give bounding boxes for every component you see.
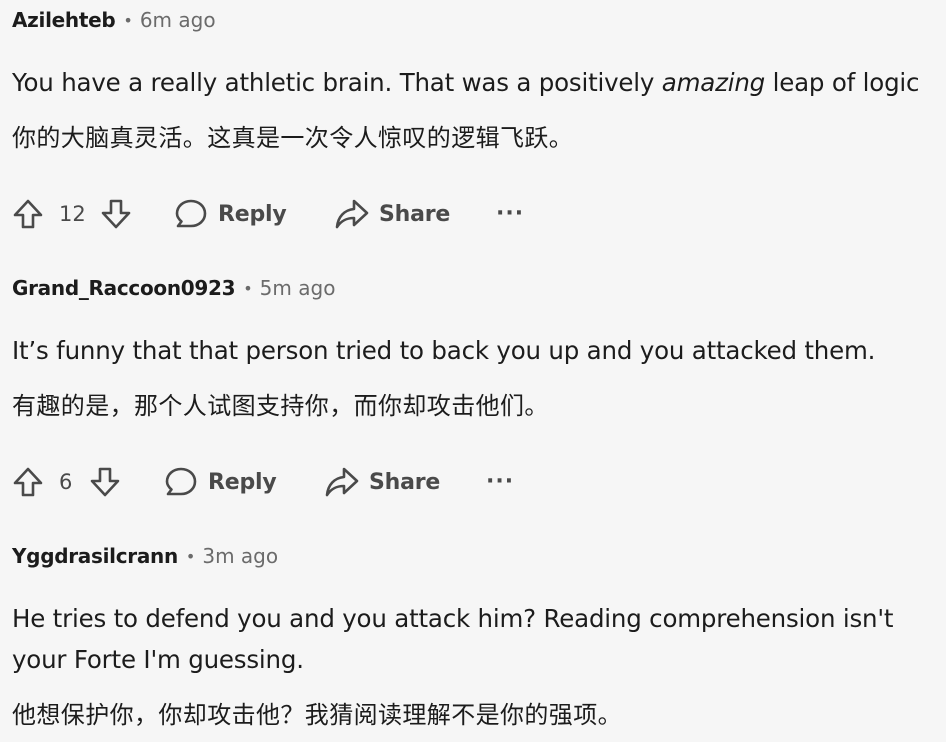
speech-bubble-icon — [165, 467, 197, 496]
comment-translation: 他想保护你，你却攻击他？我猜阅读理解不是你的强项。 — [12, 701, 622, 729]
more-dots-icon: ··· — [486, 469, 515, 494]
comment-meta: Azilehteb • 6m ago — [12, 6, 216, 34]
share-button[interactable]: Share — [325, 462, 440, 502]
upvote-button[interactable] — [12, 194, 44, 234]
share-button[interactable]: Share — [335, 194, 450, 234]
reply-button[interactable]: Reply — [164, 462, 277, 502]
comment-timestamp[interactable]: 6m ago — [140, 8, 216, 32]
downvote-arrow-icon — [101, 199, 131, 229]
meta-separator: • — [185, 546, 196, 566]
comment-body-text-end: leap of logic — [765, 68, 920, 97]
comment-body: It’s funny that that person tried to bac… — [12, 336, 876, 365]
reply-button[interactable]: Reply — [174, 194, 287, 234]
vote-count: 12 — [59, 202, 86, 226]
comment-yggdrasilcrann: Yggdrasilcrann • 3m ago He tries to defe… — [12, 536, 936, 742]
comment-meta: Yggdrasilcrann • 3m ago — [12, 542, 278, 570]
comment-author[interactable]: Azilehteb — [12, 8, 116, 32]
comment-translation: 你的大脑真灵活。这真是一次令人惊叹的逻辑飞跃。 — [12, 124, 574, 152]
comment-translation: 有趣的是，那个人试图支持你，而你却攻击他们。 — [12, 392, 549, 420]
share-label: Share — [379, 201, 451, 227]
comment-body: You have a really athletic brain. That w… — [12, 66, 919, 100]
upvote-arrow-icon — [13, 467, 43, 497]
more-dots-icon: ··· — [496, 201, 525, 226]
comment-body-line-2: your Forte I'm guessing. — [12, 645, 304, 674]
share-arrow-icon — [325, 467, 359, 497]
comment-body-emphasis: amazing — [661, 68, 766, 97]
share-arrow-icon — [335, 199, 369, 229]
reply-label: Reply — [218, 201, 287, 227]
comment-actions: 12 Reply Share ··· — [12, 194, 552, 234]
downvote-button[interactable] — [100, 194, 132, 234]
speech-bubble-icon — [175, 199, 207, 228]
comment-body-text: You have a really athletic brain. That w… — [12, 68, 662, 97]
meta-separator: • — [243, 278, 253, 298]
comment-author[interactable]: Grand_Raccoon0923 — [12, 276, 236, 300]
comment-meta: Grand_Raccoon0923 • 5m ago — [12, 274, 335, 302]
comment-author[interactable]: Yggdrasilcrann — [12, 544, 178, 568]
share-label: Share — [369, 469, 441, 495]
downvote-button[interactable] — [89, 462, 121, 502]
upvote-arrow-icon — [13, 199, 43, 229]
comment-actions: 6 Reply Share ··· — [12, 462, 552, 502]
more-options-button[interactable]: ··· — [496, 194, 524, 234]
more-options-button[interactable]: ··· — [486, 462, 514, 502]
comment-timestamp[interactable]: 5m ago — [260, 276, 336, 300]
comment-timestamp[interactable]: 3m ago — [202, 544, 278, 568]
comment-grand-raccoon: Grand_Raccoon0923 • 5m ago It’s funny th… — [12, 268, 936, 518]
vote-count: 6 — [59, 470, 73, 494]
upvote-button[interactable] — [12, 462, 44, 502]
comment-body-line-1: He tries to defend you and you attack hi… — [12, 604, 894, 633]
downvote-arrow-icon — [90, 467, 120, 497]
comment-azilehteb: Azilehteb • 6m ago You have a really ath… — [12, 0, 936, 250]
reply-label: Reply — [208, 469, 277, 495]
meta-separator: • — [123, 10, 133, 30]
